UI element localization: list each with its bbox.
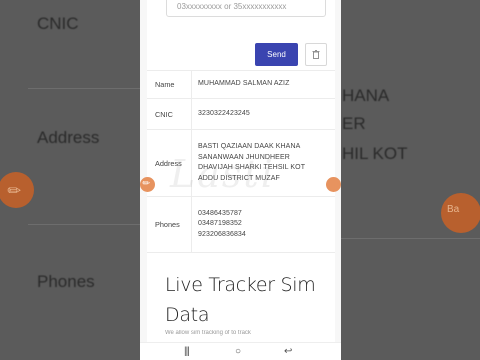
send-button[interactable]: Send	[255, 43, 298, 66]
home-icon[interactable]: ○	[235, 346, 241, 357]
background-left: CNIC Address ✎ Phones	[0, 0, 140, 360]
cnic-label: CNIC	[147, 99, 192, 129]
back-icon[interactable]: ↩	[284, 346, 292, 357]
watermark: Lasti	[170, 152, 275, 196]
row-name: Name MUHAMMAD SALMAN AZIZ	[147, 71, 335, 99]
phone-number: 923206836834	[198, 230, 246, 238]
trash-icon	[312, 50, 320, 59]
number-input-box[interactable]	[166, 0, 326, 17]
video-frame: CNIC Address ✎ Phones HANA ER HIL KOT Ba…	[0, 0, 480, 360]
phone-screen: Send Name MUHAMMAD SALMAN AZIZ CNIC 3230…	[140, 0, 341, 360]
section-subtitle: We allow sim tracking of to track	[165, 330, 251, 336]
bg-address-fragment: ER	[342, 114, 366, 133]
bg-edit-icon: ✎	[0, 172, 34, 208]
cnic-value: 3230322423245	[198, 109, 250, 117]
bg-address-fragment: HIL KOT	[342, 144, 408, 163]
row-cnic: CNIC 3230322423245	[147, 99, 335, 130]
address-line: BASTI QAZIAAN DAAK KHANA	[198, 143, 301, 150]
background-right: HANA ER HIL KOT Ba	[341, 0, 480, 360]
android-navbar: ||| ○ ↩	[140, 342, 341, 360]
bg-divider	[28, 88, 140, 89]
phones-label: Phones	[147, 197, 192, 252]
name-value: MUHAMMAD SALMAN AZIZ	[198, 80, 290, 88]
row-phones: Phones 03486435787 03487198352 923206836…	[147, 197, 335, 253]
phones-value: 03486435787 03487198352 923206836834	[192, 197, 335, 252]
phone-number: 03487198352	[198, 220, 242, 228]
bg-label-phones: Phones	[37, 272, 95, 291]
section-title-line: Live Tracker Sim	[165, 274, 316, 296]
delete-button[interactable]	[305, 43, 327, 66]
edit-icon[interactable]: ✎	[140, 177, 155, 192]
share-icon[interactable]	[326, 177, 341, 192]
recent-apps-icon[interactable]: |||	[184, 346, 190, 357]
bg-label-address: Address	[37, 128, 100, 147]
name-label: Name	[147, 71, 192, 98]
section-title: Live Tracker Sim Data	[165, 270, 325, 330]
phone-number: 03486435787	[198, 209, 242, 217]
number-input[interactable]	[177, 0, 317, 13]
bg-label-cnic: CNIC	[37, 14, 79, 33]
bg-address-fragment: HANA	[342, 86, 390, 105]
bg-share-dot: Ba	[441, 193, 480, 233]
section-title-line: Data	[165, 304, 210, 326]
bg-divider	[341, 238, 480, 239]
bg-divider	[28, 224, 140, 225]
